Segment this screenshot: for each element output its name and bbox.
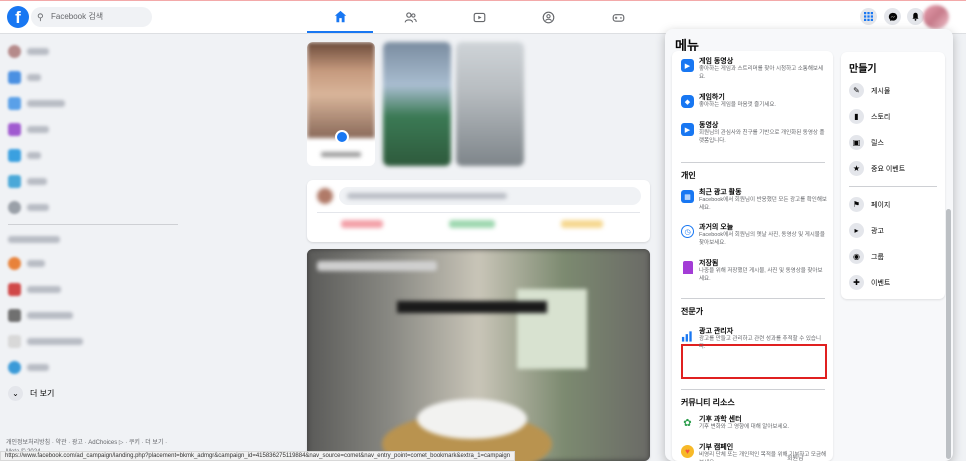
see-more-button[interactable]: ⌄ 더 보기 — [8, 386, 54, 401]
video-icon[interactable] — [446, 1, 512, 33]
sidebar-item[interactable] — [8, 198, 49, 216]
post-composer — [307, 180, 650, 242]
climate-icon: ✿ — [683, 418, 692, 429]
feeling-activity-button[interactable] — [561, 220, 603, 228]
menu-scrollbar[interactable] — [946, 209, 951, 459]
flag-icon: ⚑ — [849, 197, 864, 212]
sidebar-shortcut[interactable] — [8, 280, 61, 298]
menu-divider — [681, 162, 825, 163]
sidebar-shortcut[interactable] — [8, 254, 45, 272]
feed-post[interactable] — [307, 249, 650, 461]
video-play-icon: ▶ — [681, 123, 694, 136]
menu-divider — [681, 389, 825, 390]
groups-icon[interactable] — [515, 1, 581, 33]
sidebar-item-profile[interactable] — [8, 42, 49, 60]
composer-input[interactable] — [339, 187, 641, 205]
sidebar-shortcut[interactable] — [8, 332, 83, 350]
search-input[interactable]: ⚲ Facebook 검색 — [31, 7, 152, 27]
gamepad-icon: ◆ — [681, 95, 694, 108]
book-icon: ▮ — [849, 109, 864, 124]
create-ad-button[interactable]: ▸ 광고 — [849, 223, 884, 238]
create-group-button[interactable]: ◉ 그룹 — [849, 249, 884, 264]
create-heading: 만들기 — [849, 64, 877, 75]
reels-icon: ▣ — [849, 135, 864, 150]
sidebar-shortcut[interactable] — [8, 306, 73, 324]
menu-panel: 메뉴 ▶ 게임 동영상 좋아하는 게임과 스트리머를 찾아 시청하고 소통해보세… — [665, 29, 953, 461]
live-video-button[interactable] — [341, 220, 383, 228]
clock-icon: ◷ — [681, 225, 694, 238]
gaming-icon[interactable] — [585, 1, 651, 33]
see-more-label: 더 보기 — [30, 389, 55, 398]
left-sidebar: ⌄ 더 보기 개인정보처리방침 · 약관 · 광고 · AdChoices ▷ … — [0, 34, 200, 461]
sidebar-item[interactable] — [8, 94, 65, 112]
section-heading-personal: 개인 — [681, 171, 696, 180]
sidebar-section-heading — [8, 236, 60, 243]
notifications-bell-icon[interactable] — [907, 8, 924, 25]
chevron-down-icon: ⌄ — [8, 386, 23, 401]
create-story-button[interactable]: ▮ 스토리 — [849, 109, 890, 124]
search-icon: ⚲ — [37, 12, 44, 22]
friends-icon[interactable] — [377, 1, 443, 33]
composer-avatar — [317, 188, 333, 204]
create-life-event-button[interactable]: ★ 중요 이벤트 — [849, 161, 905, 176]
bookmark-icon — [683, 261, 693, 274]
star-icon: ★ — [849, 161, 864, 176]
profile-avatar[interactable] — [923, 5, 949, 29]
sidebar-item[interactable] — [8, 172, 47, 190]
heart-icon: ♥ — [681, 445, 694, 458]
ad-activity-icon: ▦ — [681, 190, 694, 203]
create-divider — [849, 186, 937, 187]
calendar-plus-icon: ✚ — [849, 275, 864, 290]
menu-divider — [681, 298, 825, 299]
messenger-icon[interactable] — [884, 8, 901, 25]
sidebar-item[interactable] — [8, 68, 41, 86]
group-icon: ◉ — [849, 249, 864, 264]
home-icon[interactable] — [307, 1, 373, 33]
bottom-partial-label: 회원님 — [787, 456, 804, 461]
sidebar-item[interactable] — [8, 146, 41, 164]
edit-icon: ✎ — [849, 83, 864, 98]
bar-chart-icon — [681, 329, 694, 342]
story-card[interactable] — [383, 42, 451, 166]
sidebar-shortcut[interactable] — [8, 358, 49, 376]
create-event-button[interactable]: ✚ 이벤트 — [849, 275, 890, 290]
sidebar-item[interactable] — [8, 120, 49, 138]
game-video-icon: ▶ — [681, 59, 694, 72]
add-story-icon — [335, 130, 349, 144]
search-placeholder: Facebook 검색 — [51, 12, 104, 21]
create-story-card[interactable] — [307, 42, 375, 166]
megaphone-icon: ▸ — [849, 223, 864, 238]
section-heading-community: 커뮤니티 리소스 — [681, 398, 735, 407]
sidebar-section-divider — [8, 224, 178, 225]
create-page-button[interactable]: ⚑ 페이지 — [849, 197, 890, 212]
create-reels-button[interactable]: ▣ 릴스 — [849, 135, 884, 150]
section-heading-professional: 전문가 — [681, 307, 704, 316]
create-post-button[interactable]: ✎ 게시물 — [849, 83, 890, 98]
create-panel: 만들기 ✎ 게시물 ▮ 스토리 ▣ 릴스 ★ 중요 이벤트 ⚑ 페이지 ▸ 광고… — [841, 52, 945, 299]
photo-video-button[interactable] — [449, 220, 495, 228]
menu-all-list: ▶ 게임 동영상 좋아하는 게임과 스트리머를 찾아 시청하고 소통해보세요. … — [672, 51, 833, 461]
menu-grid-icon[interactable] — [860, 8, 877, 25]
story-card[interactable] — [456, 42, 524, 166]
link-status-bar: https://www.facebook.com/ad_campaign/lan… — [0, 451, 516, 461]
facebook-logo[interactable]: f — [7, 6, 29, 28]
